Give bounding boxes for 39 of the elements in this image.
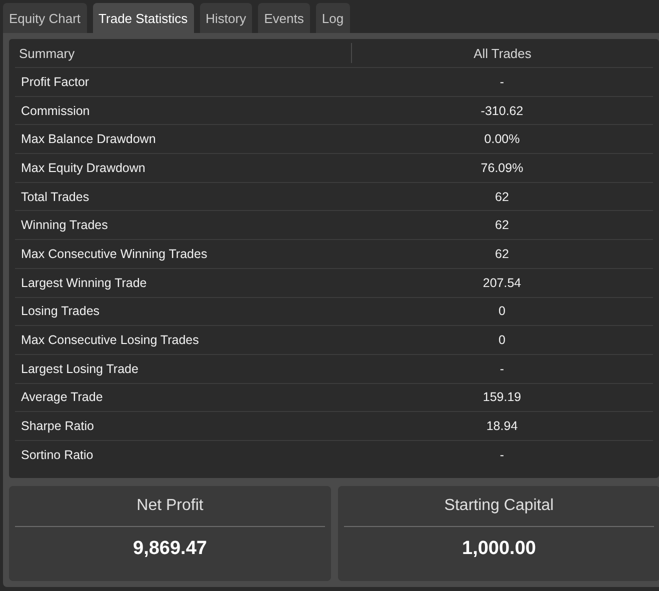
tab[interactable]: Equity Chart — [3, 3, 87, 33]
row-value: 0 — [498, 333, 506, 348]
row-value: -310.62 — [480, 104, 524, 118]
column-header: Summary — [18, 46, 76, 60]
row-value: 0 — [498, 304, 506, 318]
row-value: - — [498, 74, 506, 89]
tab[interactable]: Events — [258, 3, 310, 33]
row-label: Average Trade — [20, 390, 104, 404]
card-title: Net Profit — [136, 497, 204, 515]
row-label: Winning Trades — [20, 218, 109, 232]
row-value: 0.00% — [483, 132, 521, 146]
tab[interactable]: Trade Statistics — [92, 3, 194, 33]
row-value: 62 — [494, 246, 510, 261]
tab[interactable]: History — [200, 3, 252, 33]
row-label: Commission — [20, 104, 91, 118]
row-value: - — [498, 448, 506, 462]
card-value: 1,000.00 — [462, 538, 536, 560]
row-value: 62 — [494, 218, 510, 232]
row-label: Sharpe Ratio — [20, 419, 95, 434]
column-header: All Trades — [474, 46, 532, 60]
row-label: Max Consecutive Winning Trades — [20, 246, 208, 261]
row-label: Largest Losing Trade — [20, 362, 140, 376]
row-label: Max Equity Drawdown — [20, 160, 146, 175]
row-label: Total Trades — [20, 190, 90, 204]
row-label: Sortino Ratio — [20, 448, 94, 462]
row-value: - — [498, 362, 506, 376]
row-value: 18.94 — [485, 419, 519, 434]
row-label: Largest Winning Trade — [20, 276, 148, 290]
card-title: Starting Capital — [444, 497, 554, 515]
row-label: Max Consecutive Losing Trades — [20, 333, 200, 348]
row-label: Profit Factor — [20, 74, 90, 89]
row-label: Max Balance Drawdown — [20, 132, 157, 146]
row-value: 207.54 — [482, 276, 522, 290]
row-value: 76.09% — [480, 160, 524, 175]
row-value: 159.19 — [482, 390, 522, 404]
row-value: 62 — [494, 190, 510, 204]
tab[interactable]: Log — [316, 3, 350, 33]
card-value: 9,869.47 — [133, 538, 207, 560]
row-label: Losing Trades — [20, 304, 101, 318]
